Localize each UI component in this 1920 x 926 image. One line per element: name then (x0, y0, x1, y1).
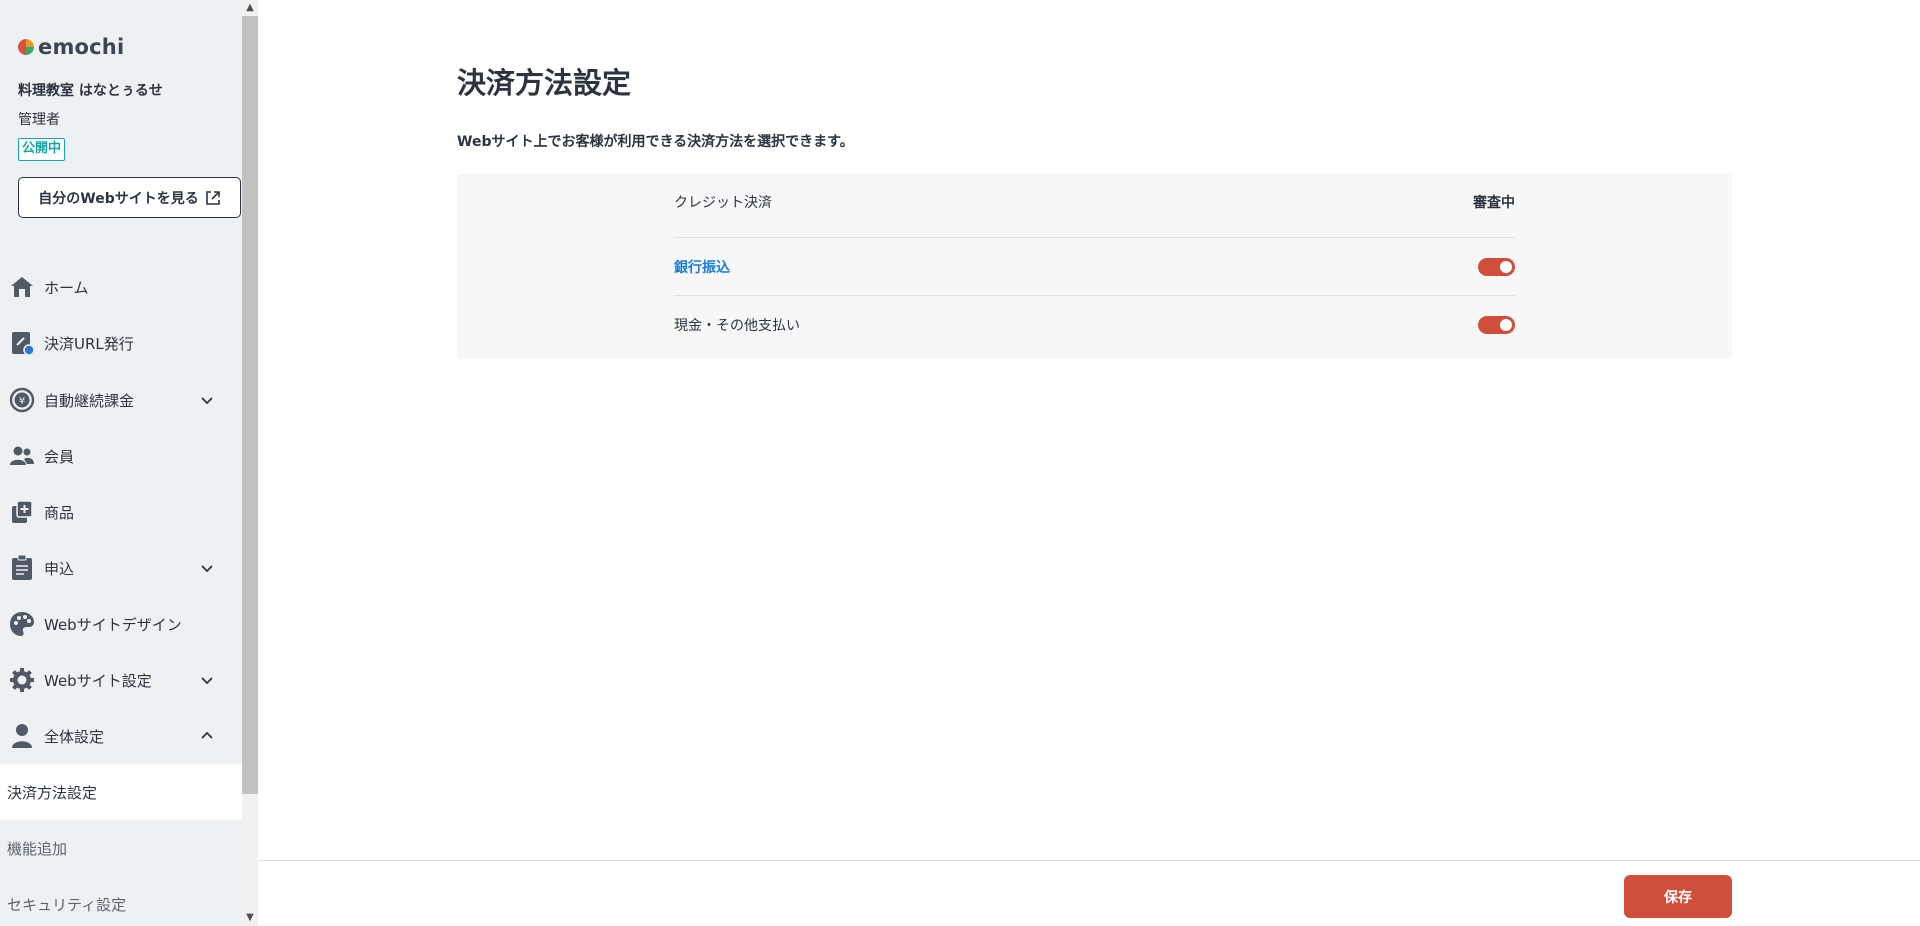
sidebar-item-label: Webサイト設定 (44, 671, 152, 690)
sidebar-item-label: 会員 (44, 447, 75, 466)
palette-icon (8, 610, 36, 638)
brand-name: emochi (38, 35, 125, 59)
user-role: 管理者 (18, 112, 60, 128)
person-icon (8, 722, 36, 750)
chevron-up-icon[interactable] (198, 727, 216, 745)
sidebar-item-members[interactable]: 会員 (0, 428, 242, 484)
toggle-knob (1500, 319, 1512, 331)
sidebar-item-label: 商品 (44, 503, 75, 522)
sidebar-item-home[interactable]: ホーム (0, 259, 242, 315)
scrollbar-thumb[interactable] (242, 16, 258, 794)
bank-transfer-toggle[interactable] (1478, 258, 1515, 276)
brand[interactable]: emochi (18, 33, 124, 61)
gear-icon (8, 666, 36, 694)
link-icon (8, 329, 36, 357)
review-status-text: 審査中 (1473, 195, 1515, 211)
view-website-label: 自分のWebサイトを見る (38, 190, 199, 207)
emochi-logo-icon (18, 39, 34, 55)
sidebar-item-label: 決済URL発行 (44, 334, 134, 353)
save-button[interactable]: 保存 (1624, 875, 1732, 918)
scroll-up-arrow-icon[interactable]: ▲ (242, 0, 258, 16)
chevron-down-icon[interactable] (198, 671, 216, 689)
svg-text:¥: ¥ (19, 396, 25, 407)
sidebar-item-products[interactable]: 商品 (0, 484, 242, 540)
product-add-icon (8, 498, 36, 526)
page-title: 決済方法設定 (457, 66, 632, 100)
sidebar-item-applications[interactable]: 申込 (0, 540, 242, 596)
page-description: Webサイト上でお客様が利用できる決済方法を選択できます。 (457, 134, 854, 150)
sidebar: emochi 料理教室 はなとぅるせ 管理者 公開中 自分のWebサイトを見る … (0, 0, 242, 926)
school-name: 料理教室 はなとぅるせ (18, 83, 163, 99)
sidebar-item-label: 申込 (44, 559, 75, 578)
yen-refresh-icon: ¥ (8, 386, 36, 414)
payment-method-label: クレジット決済 (674, 195, 772, 211)
sidebar-subitem-payment-settings[interactable]: 決済方法設定 (0, 764, 242, 820)
clipboard-icon (8, 554, 36, 582)
cash-other-toggle[interactable] (1478, 316, 1515, 334)
sidebar-item-subscription[interactable]: ¥ 自動継続課金 (0, 372, 242, 428)
scroll-down-arrow-icon[interactable]: ▼ (242, 910, 258, 926)
sidebar-item-label: 自動継続課金 (44, 391, 135, 410)
sidebar-item-website-settings[interactable]: Webサイト設定 (0, 652, 242, 708)
sidebar-item-label: Webサイトデザイン (44, 615, 182, 634)
sidebar-subitem-add-features[interactable]: 機能追加 (0, 820, 242, 876)
sidebar-item-label: 全体設定 (44, 727, 105, 746)
payment-method-row-cash-other: 現金・その他支払い (674, 296, 1515, 354)
status-badge: 公開中 (18, 138, 66, 161)
chevron-down-icon[interactable] (198, 559, 216, 577)
sidebar-item-label: ホーム (44, 278, 89, 297)
sidebar-subitem-security-settings[interactable]: セキュリティ設定 (0, 876, 242, 926)
toggle-knob (1500, 261, 1512, 273)
payment-method-label: 現金・その他支払い (674, 318, 800, 334)
payment-method-row-bank-transfer: 銀行振込 (674, 238, 1515, 296)
bank-transfer-link[interactable]: 銀行振込 (674, 257, 730, 277)
chevron-down-icon[interactable] (198, 391, 216, 409)
home-icon (8, 273, 36, 301)
view-website-button[interactable]: 自分のWebサイトを見る (18, 177, 241, 218)
sidebar-item-website-design[interactable]: Webサイトデザイン (0, 596, 242, 652)
payment-method-row-credit: クレジット決済 審査中 (674, 173, 1515, 231)
users-icon (8, 442, 36, 470)
external-link-icon (205, 190, 220, 205)
payment-methods-panel: クレジット決済 審査中 銀行振込 現金・その他支払い (457, 173, 1732, 359)
sidebar-scrollbar[interactable]: ▲ ▼ (242, 0, 258, 926)
sidebar-item-payment-url[interactable]: 決済URL発行 (0, 315, 242, 371)
sidebar-item-general-settings[interactable]: 全体設定 (0, 708, 242, 764)
